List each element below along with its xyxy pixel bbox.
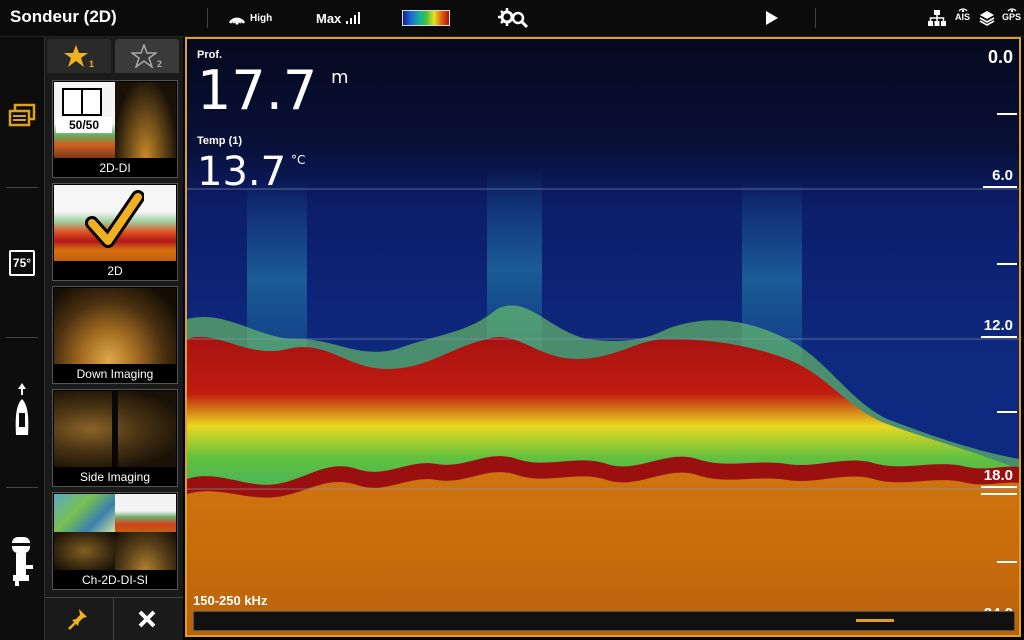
history-scrollbar[interactable] [193, 611, 1015, 631]
separator [815, 8, 816, 28]
separator [6, 187, 38, 188]
tab-2-index: 2 [157, 59, 163, 69]
temperature-label: Temp (1) [197, 135, 243, 147]
boat-icon [15, 383, 29, 435]
frequency-label: 150-250 kHz [193, 593, 268, 608]
gear-search-icon [498, 8, 528, 29]
thumbnail-down-imaging [54, 288, 176, 364]
close-button[interactable] [114, 598, 183, 640]
temperature-button[interactable]: 75° [7, 250, 37, 276]
sonar-view[interactable]: Prof. 17.7 m Temp (1) 13.7 °C 0.0 6.0 12… [185, 37, 1021, 637]
depth-scale-tick [997, 113, 1017, 115]
signal-bars-icon [346, 12, 361, 24]
layers-icon [979, 11, 995, 26]
depth-unit: m [331, 67, 349, 88]
depth-scale-tick [997, 561, 1017, 563]
tile-label: 2D-DI [99, 161, 131, 175]
pin-icon [68, 609, 87, 630]
color-palette-button[interactable] [402, 10, 450, 26]
boat-navigation-button[interactable] [7, 383, 37, 439]
view-tile-chart-2d-di-si[interactable]: Ch-2D-DI-SI [52, 492, 178, 590]
ais-label: AIS [955, 12, 971, 22]
view-tile-2d[interactable]: 2D [52, 183, 178, 281]
depth-number: 17.7 [197, 59, 318, 122]
pin-button[interactable] [45, 598, 114, 640]
depth-scale-tick [981, 493, 1017, 495]
settings-search-button[interactable] [498, 7, 528, 29]
split-layout-icon [62, 88, 102, 116]
views-icon [8, 103, 36, 127]
temp-icon-text: 75° [12, 256, 32, 270]
depth-value: 17.7 [197, 61, 317, 121]
thumbnail-2d [54, 185, 176, 261]
separator [207, 8, 208, 28]
sensitivity-label: High [250, 12, 273, 24]
view-tile-down-imaging[interactable]: Down Imaging [52, 286, 178, 384]
scrollbar-thumb[interactable] [856, 619, 894, 622]
depth-scale-tick [983, 186, 1017, 188]
close-icon [138, 610, 156, 628]
favorites-panel: 1 2 50/50 2D-DI 2D Down Imaging Side Ima… [45, 37, 183, 640]
power-button[interactable]: Max [316, 7, 361, 29]
split-ratio-badge: 50/50 [56, 117, 112, 133]
layers-status[interactable] [979, 7, 995, 29]
left-rail: 75° [0, 37, 45, 640]
thumbnail-side-imaging [54, 391, 176, 467]
play-icon [766, 11, 778, 25]
temperature-number: 13.7 [197, 149, 287, 195]
gps-antenna-icon [1006, 8, 1017, 12]
power-label: Max [316, 10, 342, 26]
separator [6, 487, 38, 488]
depth-scale-tick [997, 411, 1017, 413]
ais-status[interactable]: AIS [955, 4, 970, 26]
network-icon [928, 10, 946, 26]
top-bar: Sondeur (2D) High Max AIS GPS [0, 0, 1024, 37]
gps-status[interactable]: GPS [1002, 4, 1021, 26]
page-title: Sondeur (2D) [10, 7, 117, 26]
depth-scale-tick [981, 486, 1017, 488]
depth-scale-label: 12.0 [983, 317, 1013, 334]
sensitivity-icon [228, 17, 246, 25]
favorites-footer [45, 597, 183, 640]
temperature-unit: °C [291, 153, 306, 167]
thumbnail-chart-2d-di-si [54, 494, 176, 570]
depth-scale-tick [997, 263, 1017, 265]
tile-label: Side Imaging [79, 470, 151, 484]
network-status[interactable] [928, 7, 946, 29]
tab-favorites-2[interactable]: 2 [115, 39, 179, 73]
depth-scale-label: 0.0 [987, 47, 1013, 67]
gps-label: GPS [1002, 12, 1022, 22]
star-filled-icon [64, 45, 88, 67]
view-tile-side-imaging[interactable]: Side Imaging [52, 389, 178, 487]
thumbnail-2d-di: 50/50 [54, 82, 176, 158]
ais-antenna-icon [957, 8, 968, 12]
favorites-tabs: 1 2 [45, 37, 183, 75]
depth-scale-label: 6.0 [992, 167, 1013, 184]
temperature-value: 13.7 [197, 149, 286, 195]
tile-label: 2D [107, 264, 123, 278]
play-button[interactable] [764, 7, 780, 29]
sensitivity-button[interactable]: High [228, 7, 272, 29]
outboard-motor-icon [11, 537, 33, 586]
checkmark-icon [85, 190, 144, 248]
tile-label: Down Imaging [76, 367, 154, 381]
view-tile-2d-di[interactable]: 50/50 2D-DI [52, 80, 178, 178]
sonar-echogram [187, 39, 1019, 635]
thermometer-icon: 75° [9, 250, 35, 276]
motor-button[interactable] [7, 535, 37, 587]
views-button[interactable] [7, 103, 37, 129]
depth-scale-tick [981, 336, 1017, 338]
tab-1-index: 1 [89, 59, 95, 69]
separator [6, 337, 38, 338]
tab-favorites-1[interactable]: 1 [47, 39, 111, 73]
depth-scale-label: 18.0 [983, 467, 1013, 484]
tile-label: Ch-2D-DI-SI [81, 573, 148, 587]
star-outline-icon [131, 44, 157, 68]
